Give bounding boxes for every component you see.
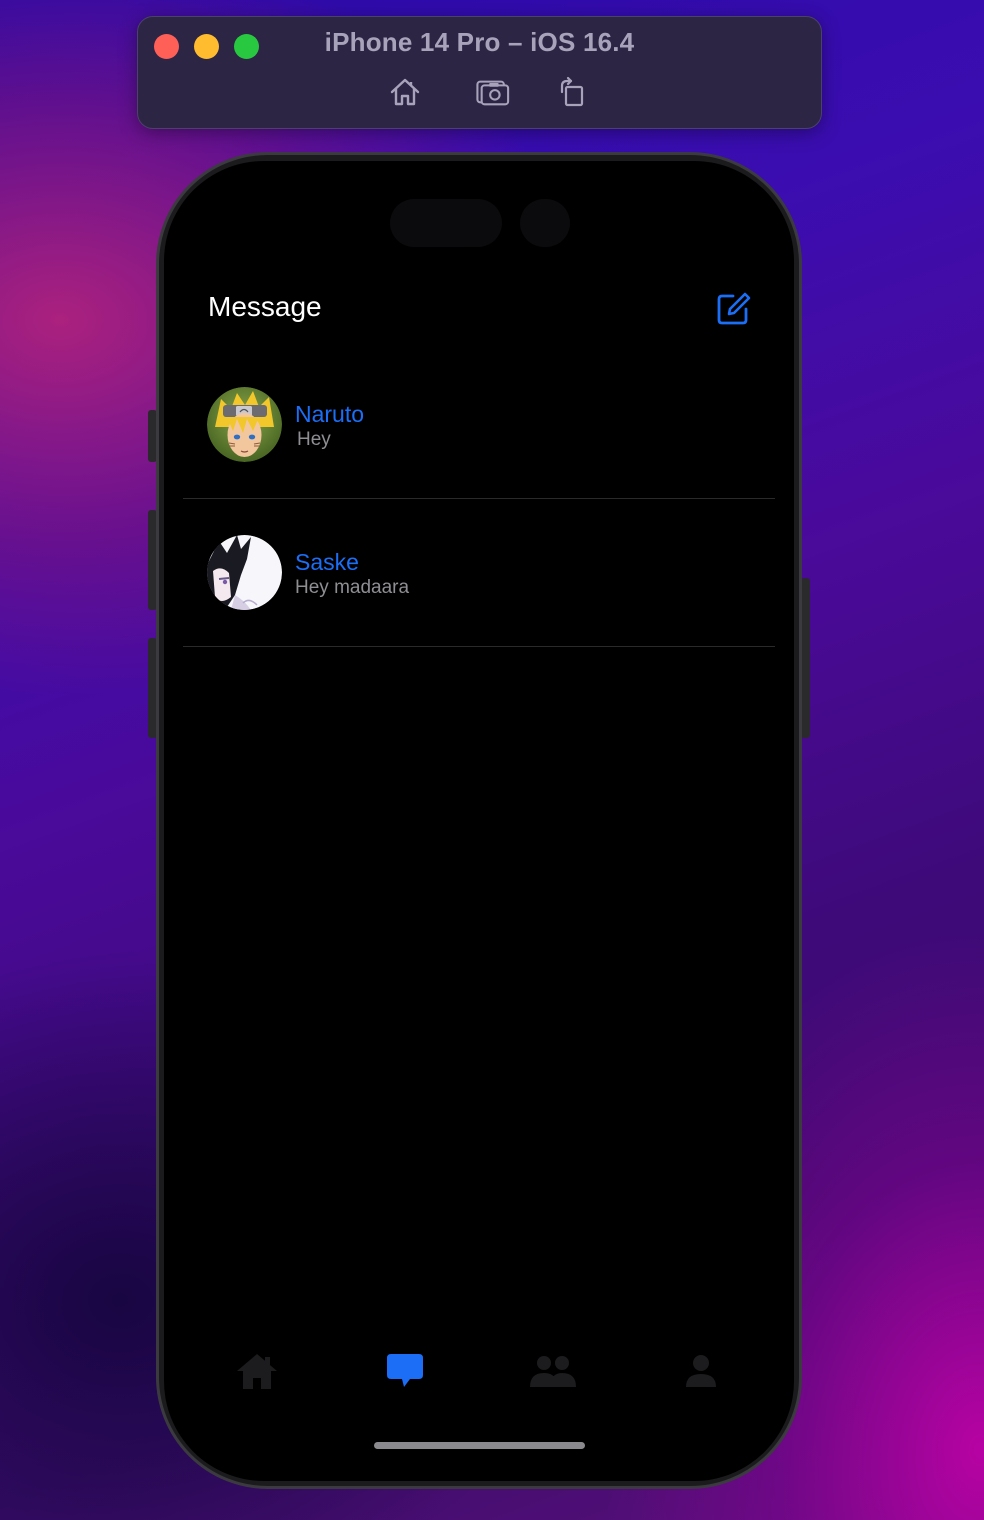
home-indicator [374, 1442, 585, 1449]
person-icon [686, 1355, 716, 1387]
conversation-row-saske[interactable]: Saske Hey madaara [183, 499, 775, 647]
sasuke-avatar [207, 535, 282, 610]
contact-name: Saske [295, 549, 359, 575]
dynamic-island [390, 199, 502, 247]
naruto-avatar [207, 387, 282, 462]
tab-home[interactable] [227, 1341, 287, 1401]
front-camera [520, 199, 570, 247]
power-button [801, 578, 810, 738]
tab-friends[interactable] [523, 1341, 583, 1401]
home-icon[interactable] [388, 75, 422, 109]
phone-screen: Message Naruto Hey Saske Hey madaara [164, 161, 794, 1481]
tab-bar [164, 1341, 794, 1401]
screenshot-icon[interactable] [476, 75, 510, 109]
chat-bubble-icon [387, 1354, 423, 1387]
simulator-toolbar: iPhone 14 Pro – iOS 16.4 [137, 16, 822, 129]
home-icon [237, 1354, 277, 1389]
compose-icon[interactable] [716, 291, 752, 327]
tab-messages[interactable] [375, 1341, 435, 1401]
page-title: Message [208, 291, 322, 322]
simulator-title: iPhone 14 Pro – iOS 16.4 [324, 27, 635, 57]
people-icon [530, 1356, 576, 1387]
contact-name: Naruto [295, 401, 365, 427]
conversation-row-naruto[interactable]: Naruto Hey [183, 351, 775, 499]
message-preview: Hey [297, 429, 331, 450]
message-preview: Hey madaara [295, 577, 410, 598]
tab-profile[interactable] [671, 1341, 731, 1401]
rotate-icon[interactable] [555, 75, 589, 109]
